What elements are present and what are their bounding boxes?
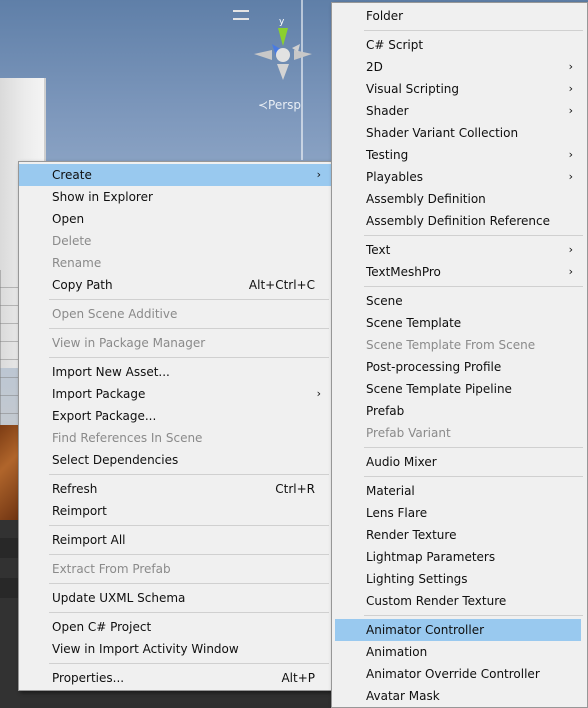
create-item-render-texture[interactable]: Render Texture [332,524,587,546]
menu-item-reimport-all[interactable]: Reimport All [19,529,331,551]
menu-item-label: 2D [366,60,383,74]
chevron-right-icon: › [568,60,573,73]
gizmo-y-label: y [279,18,285,27]
menu-item-import-new-asset[interactable]: Import New Asset... [19,361,331,383]
menu-item-label: TextMeshPro [366,265,441,279]
menu-separator [19,354,331,361]
create-item-shader[interactable]: Shader › [332,100,587,122]
create-item-assembly-definition-reference[interactable]: Assembly Definition Reference [332,210,587,232]
create-item-visual-scripting[interactable]: Visual Scripting › [332,78,587,100]
shortcut-label: Ctrl+R [275,482,315,496]
shortcut-label: Alt+Ctrl+C [248,278,315,292]
menu-separator [19,325,331,332]
perspective-label[interactable]: ≺Persp [258,98,301,112]
create-item-scene-template[interactable]: Scene Template [332,312,587,334]
menu-item-delete: Delete [52,234,92,248]
create-item-playables[interactable]: Playables › [332,166,587,188]
menu-separator [19,551,331,558]
chevron-right-icon: › [568,104,573,117]
create-item-text[interactable]: Text › [332,239,587,261]
create-item-2d[interactable]: 2D › [332,56,587,78]
menu-separator [332,27,587,34]
menu-item-label: Text [366,243,391,257]
create-item-avatar-mask[interactable]: Avatar Mask [332,685,587,707]
menu-item-label: Shader [366,104,409,118]
menu-separator [332,283,587,290]
menu-item-copy-path[interactable]: Copy Path Alt+Ctrl+C [19,274,331,296]
project-panel-strip [0,520,20,708]
menu-item-reimport[interactable]: Reimport [19,500,331,522]
orientation-gizmo-icon[interactable]: y [252,18,314,90]
create-item-scene[interactable]: Scene [332,290,587,312]
create-item-custom-render-texture[interactable]: Custom Render Texture [332,590,587,612]
create-item-lighting-settings[interactable]: Lighting Settings [332,568,587,590]
menu-separator [19,609,331,616]
chevron-right-icon: › [568,265,573,278]
create-item-scene-template-from-scene: Scene Template From Scene [366,338,536,352]
create-item-lens-flare[interactable]: Lens Flare [332,502,587,524]
menu-item-properties[interactable]: Properties... Alt+P [19,667,331,689]
chevron-right-icon: › [568,82,573,95]
menu-separator [19,471,331,478]
menu-separator [332,444,587,451]
menu-item-extract-from-prefab: Extract From Prefab [52,562,171,576]
menu-separator [332,612,587,619]
create-item-material[interactable]: Material [332,480,587,502]
create-item-csharp-script[interactable]: C# Script [332,34,587,56]
menu-item-label: Properties... [52,671,125,685]
menu-item-view-in-package-manager: View in Package Manager [52,336,206,350]
menu-item-update-uxml-schema[interactable]: Update UXML Schema [19,587,331,609]
create-item-textmeshpro[interactable]: TextMeshPro › [332,261,587,283]
menu-separator [19,580,331,587]
menu-separator [19,522,331,529]
menu-separator [332,232,587,239]
create-item-animator-override-controller[interactable]: Animator Override Controller [332,663,587,685]
create-submenu: Folder C# Script 2D › Visual Scripting › S… [331,2,588,708]
menu-item-label: Visual Scripting [366,82,459,96]
create-item-testing[interactable]: Testing › [332,144,587,166]
menu-separator [19,660,331,667]
create-item-assembly-definition[interactable]: Assembly Definition [332,188,587,210]
create-item-folder[interactable]: Folder [332,5,587,27]
menu-item-create[interactable]: Create › [19,164,331,186]
menu-item-show-in-explorer[interactable]: Show in Explorer [19,186,331,208]
chevron-right-icon: › [568,243,573,256]
menu-item-label: Import Package [52,387,146,401]
create-item-post-processing-profile[interactable]: Post-processing Profile [332,356,587,378]
menu-item-export-package[interactable]: Export Package... [19,405,331,427]
menu-separator [19,296,331,303]
create-item-shader-variant-collection[interactable]: Shader Variant Collection [332,122,587,144]
create-item-lightmap-parameters[interactable]: Lightmap Parameters [332,546,587,568]
chevron-right-icon: › [316,168,321,181]
shortcut-label: Alt+P [281,671,315,685]
menu-item-label: Refresh [52,482,98,496]
create-item-audio-mixer[interactable]: Audio Mixer [332,451,587,473]
menu-item-label: Playables [366,170,423,184]
menu-item-open-scene-additive: Open Scene Additive [52,307,178,321]
menu-item-select-dependencies[interactable]: Select Dependencies [19,449,331,471]
chevron-right-icon: › [316,387,321,400]
menu-separator [332,473,587,480]
menu-item-refresh[interactable]: Refresh Ctrl+R [19,478,331,500]
create-item-scene-template-pipeline[interactable]: Scene Template Pipeline [332,378,587,400]
menu-item-import-package[interactable]: Import Package › [19,383,331,405]
create-item-animator-controller[interactable]: Animator Controller [335,619,581,641]
menu-item-open[interactable]: Open [19,208,331,230]
menu-item-label: Create [52,168,92,182]
create-item-prefab-variant: Prefab Variant [366,426,451,440]
menu-item-rename: Rename [52,256,102,270]
menu-item-label: Copy Path [52,278,113,292]
menu-item-view-in-import-activity-window[interactable]: View in Import Activity Window [19,638,331,660]
menu-item-find-references-in-scene: Find References In Scene [52,431,203,445]
menu-item-open-csharp-project[interactable]: Open C# Project [19,616,331,638]
create-item-animation[interactable]: Animation [332,641,587,663]
menu-item-label: Testing [366,148,409,162]
chevron-right-icon: › [568,148,573,161]
create-item-prefab[interactable]: Prefab [332,400,587,422]
context-menu: Create › Show in Explorer Open Delete Ren… [18,161,332,691]
scene-view-menu-icon[interactable] [233,10,249,20]
chevron-right-icon: › [568,170,573,183]
